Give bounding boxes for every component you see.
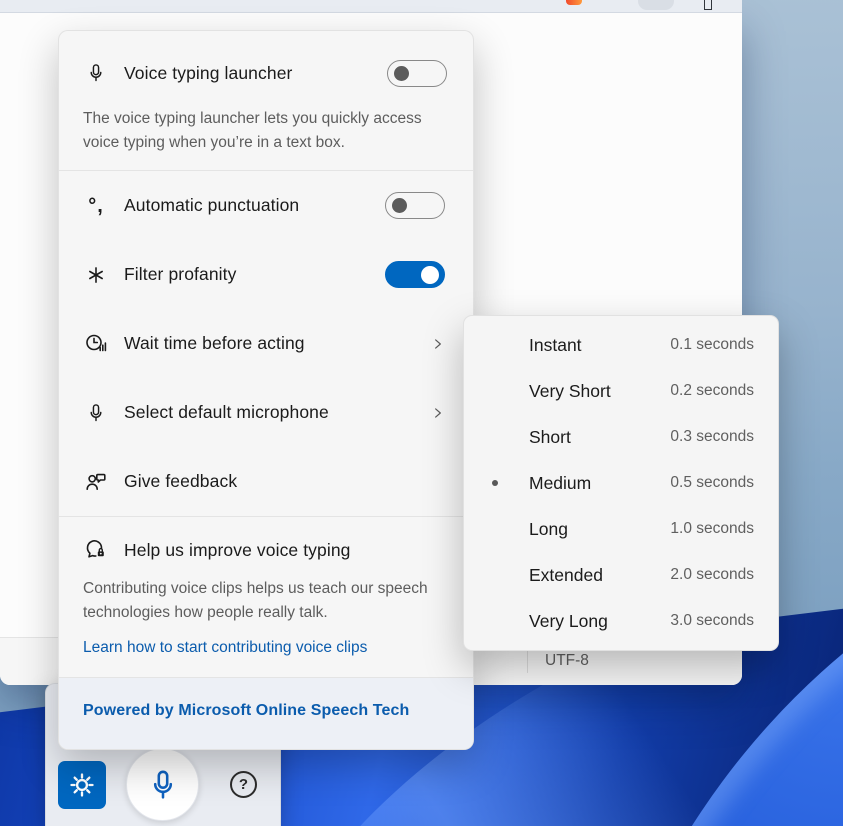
status-divider [527, 651, 528, 673]
voice-clips-privacy-icon [83, 537, 109, 563]
asterisk-icon [83, 262, 109, 288]
filter-profanity-toggle[interactable] [385, 261, 445, 288]
desktop: UTF-8 [0, 0, 843, 826]
titlebar-button[interactable] [638, 0, 674, 10]
selected-bullet-icon [490, 618, 500, 624]
help-improve-section: Help us improve voice typing Contributin… [59, 517, 473, 677]
menu-item-give-feedback[interactable]: Give feedback [59, 447, 473, 516]
launcher-toggle[interactable] [387, 60, 447, 87]
menu-item-select-microphone[interactable]: Select default microphone [59, 378, 473, 447]
help-button[interactable]: ? [230, 771, 257, 798]
wait-time-clock-icon [83, 331, 109, 357]
selected-bullet-icon [490, 572, 500, 578]
chevron-right-icon [431, 406, 445, 420]
help-improve-row: Help us improve voice typing [83, 530, 447, 570]
option-instant[interactable]: Instant 0.1 seconds [464, 322, 778, 368]
selected-bullet-icon [490, 434, 500, 440]
wait-time-submenu: Instant 0.1 seconds Very Short 0.2 secon… [463, 315, 779, 651]
option-very-long[interactable]: Very Long 3.0 seconds [464, 598, 778, 644]
flyout-footer: Powered by Microsoft Online Speech Tech [59, 678, 473, 749]
menu-item-filter-profanity[interactable]: Filter profanity [59, 240, 473, 309]
encoding-label: UTF-8 [545, 652, 589, 670]
learn-voice-clips-link[interactable]: Learn how to start contributing voice cl… [83, 639, 367, 657]
settings-menu: °, Automatic punctuation Filter profanit… [59, 171, 473, 516]
help-improve-description: Contributing voice clips helps us teach … [83, 577, 447, 625]
titlebar-icon[interactable] [704, 0, 712, 10]
selected-bullet-icon [490, 342, 500, 348]
selected-bullet-icon [490, 480, 500, 486]
voice-typing-launcher-row[interactable]: Voice typing launcher [83, 46, 447, 100]
voice-typing-settings-flyout: Voice typing launcher The voice typing l… [58, 30, 474, 750]
help-label: ? [239, 776, 248, 793]
feedback-icon [83, 469, 109, 495]
selected-bullet-icon [490, 388, 500, 394]
option-extended[interactable]: Extended 2.0 seconds [464, 552, 778, 598]
gear-icon [68, 771, 96, 799]
option-short[interactable]: Short 0.3 seconds [464, 414, 778, 460]
launcher-description: The voice typing launcher lets you quick… [83, 107, 447, 155]
launcher-label: Voice typing launcher [124, 63, 387, 84]
selected-bullet-icon [490, 526, 500, 532]
option-long[interactable]: Long 1.0 seconds [464, 506, 778, 552]
microphone-icon [83, 400, 109, 426]
settings-button[interactable] [58, 761, 106, 809]
automatic-punctuation-toggle[interactable] [385, 192, 445, 219]
powered-by-link[interactable]: Powered by Microsoft Online Speech Tech [83, 702, 409, 720]
launcher-section: Voice typing launcher The voice typing l… [59, 31, 473, 170]
help-improve-title: Help us improve voice typing [124, 540, 447, 561]
microphone-icon [83, 60, 109, 86]
menu-item-wait-time[interactable]: Wait time before acting [59, 309, 473, 378]
microphone-button[interactable] [126, 748, 199, 821]
option-medium[interactable]: Medium 0.5 seconds [464, 460, 778, 506]
punctuation-icon: °, [83, 193, 109, 219]
option-very-short[interactable]: Very Short 0.2 seconds [464, 368, 778, 414]
microphone-icon [145, 767, 181, 803]
app-icon [566, 0, 582, 5]
menu-item-automatic-punctuation[interactable]: °, Automatic punctuation [59, 171, 473, 240]
background-titlebar-strip [0, 0, 742, 13]
chevron-right-icon [431, 337, 445, 351]
